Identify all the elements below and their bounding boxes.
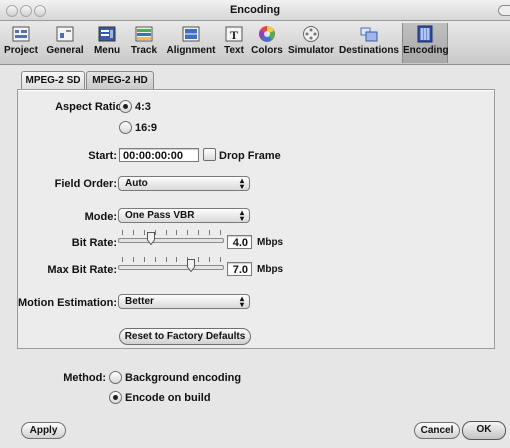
slider-tick xyxy=(220,230,221,235)
start-label: Start: xyxy=(88,150,117,162)
toolbar: Project General Menu Track Alignment T T… xyxy=(0,21,510,65)
slider-tick xyxy=(122,257,123,262)
bit-rate-label: Bit Rate: xyxy=(71,237,117,249)
ok-button[interactable]: OK xyxy=(462,421,506,440)
toolbar-label: Simulator xyxy=(287,45,335,56)
method-encode-on-build-label: Encode on build xyxy=(125,392,211,404)
toolbar-text[interactable]: T Text xyxy=(220,23,248,63)
slider-tick xyxy=(144,230,145,235)
toolbar-track[interactable]: Track xyxy=(126,23,162,63)
toolbar-toggle-icon[interactable] xyxy=(498,5,510,16)
toolbar-colors[interactable]: Colors xyxy=(250,23,284,63)
toolbar-label: Text xyxy=(224,45,244,56)
encoding-panel: Aspect Ratio: 4:3 16:9 Start: 00:00:00:0… xyxy=(17,89,495,349)
toolbar-project[interactable]: Project xyxy=(2,23,40,63)
slider-tick xyxy=(198,230,199,235)
slider-tick xyxy=(155,257,156,262)
title-bar: Encoding xyxy=(0,0,510,21)
method-background-radio[interactable] xyxy=(109,371,122,384)
svg-text:T: T xyxy=(230,28,238,42)
mode-value: One Pass VBR xyxy=(125,210,195,221)
slider-thumb[interactable] xyxy=(147,232,155,245)
toolbar-simulator[interactable]: Simulator xyxy=(286,23,336,63)
slider-tick xyxy=(220,257,221,262)
toolbar-general[interactable]: General xyxy=(42,23,88,63)
slider-thumb[interactable] xyxy=(187,259,195,272)
field-order-label: Field Order: xyxy=(54,178,117,190)
aspect-ratio-16-9-radio[interactable] xyxy=(119,121,132,134)
aspect-ratio-16-9-label: 16:9 xyxy=(135,122,158,134)
encoding-icon xyxy=(417,25,433,43)
toolbar-label: Menu xyxy=(93,45,121,56)
mode-popup[interactable]: One Pass VBR ▴ ▾ xyxy=(118,208,250,223)
method-label: Method: xyxy=(63,372,106,384)
tab-mpeg2-hd[interactable]: MPEG-2 HD xyxy=(86,71,154,90)
cancel-button[interactable]: Cancel xyxy=(414,422,460,439)
slider-track xyxy=(118,265,224,270)
slider-tick xyxy=(166,230,167,235)
field-order-popup[interactable]: Auto ▴ ▾ xyxy=(118,176,250,191)
slider-tick xyxy=(176,230,177,235)
toolbar-encoding[interactable]: Encoding xyxy=(402,23,449,63)
project-icon xyxy=(12,26,30,42)
bit-rate-unit: Mbps xyxy=(257,237,284,248)
motion-estimation-popup[interactable]: Better ▴ ▾ xyxy=(118,294,250,309)
toolbar-label: General xyxy=(46,45,84,56)
simulator-icon xyxy=(303,26,319,42)
slider-tick xyxy=(209,230,210,235)
alignment-icon xyxy=(182,26,200,42)
menu-icon xyxy=(98,26,116,42)
toolbar-destinations[interactable]: Destinations xyxy=(338,23,400,63)
reset-to-factory-defaults-button[interactable]: Reset to Factory Defaults xyxy=(119,328,251,345)
text-icon: T xyxy=(225,26,243,42)
slider-tick xyxy=(122,230,123,235)
slider-tick xyxy=(133,257,134,262)
max-bit-rate-field[interactable]: 7.0 xyxy=(227,262,252,276)
toolbar-label: Track xyxy=(130,45,158,56)
destinations-icon xyxy=(360,27,378,42)
slider-tick xyxy=(209,257,210,262)
toolbar-label: Destinations xyxy=(338,45,399,56)
tab-mpeg2-sd[interactable]: MPEG-2 SD xyxy=(21,71,85,90)
drop-frame-checkbox[interactable] xyxy=(203,148,216,161)
method-encode-on-build-radio[interactable] xyxy=(109,391,122,404)
method-background-label: Background encoding xyxy=(125,372,242,384)
aspect-ratio-4-3-radio[interactable] xyxy=(119,100,132,113)
slider-tick xyxy=(187,230,188,235)
toolbar-label: Encoding xyxy=(403,45,449,56)
slider-tick xyxy=(144,257,145,262)
mode-label: Mode: xyxy=(84,211,117,223)
aspect-ratio-4-3-label: 4:3 xyxy=(135,101,151,113)
slider-tick xyxy=(176,257,177,262)
slider-track xyxy=(118,238,224,243)
bit-rate-field[interactable]: 4.0 xyxy=(227,235,252,249)
apply-button[interactable]: Apply xyxy=(21,422,66,439)
popup-arrows-icon: ▴ ▾ xyxy=(239,208,244,223)
motion-estimation-value: Better xyxy=(125,296,154,307)
general-icon xyxy=(56,26,74,42)
drop-frame-label: Drop Frame xyxy=(219,150,281,162)
toolbar-label: Alignment xyxy=(166,45,216,56)
slider-tick xyxy=(133,230,134,235)
max-bit-rate-slider[interactable] xyxy=(118,257,224,273)
popup-arrows-icon: ▴ ▾ xyxy=(239,294,244,309)
slider-tick xyxy=(198,257,199,262)
popup-arrows-icon: ▴ ▾ xyxy=(239,176,244,191)
max-bit-rate-unit: Mbps xyxy=(257,264,284,275)
bit-rate-slider[interactable] xyxy=(118,230,224,246)
toolbar-alignment[interactable]: Alignment xyxy=(164,23,218,63)
window-title: Encoding xyxy=(229,4,281,16)
slider-tick xyxy=(155,230,156,235)
toolbar-label: Project xyxy=(4,45,38,56)
start-timecode-field[interactable]: 00:00:00:00 xyxy=(119,148,199,162)
motion-estimation-label: Motion Estimation: xyxy=(18,297,117,309)
track-icon xyxy=(135,26,153,42)
aspect-ratio-label: Aspect Ratio: xyxy=(55,101,126,113)
colors-icon xyxy=(259,26,275,42)
max-bit-rate-label: Max Bit Rate: xyxy=(47,264,117,276)
toolbar-label: Colors xyxy=(251,45,283,56)
field-order-value: Auto xyxy=(125,178,148,189)
slider-tick xyxy=(166,257,167,262)
toolbar-menu[interactable]: Menu xyxy=(90,23,124,63)
